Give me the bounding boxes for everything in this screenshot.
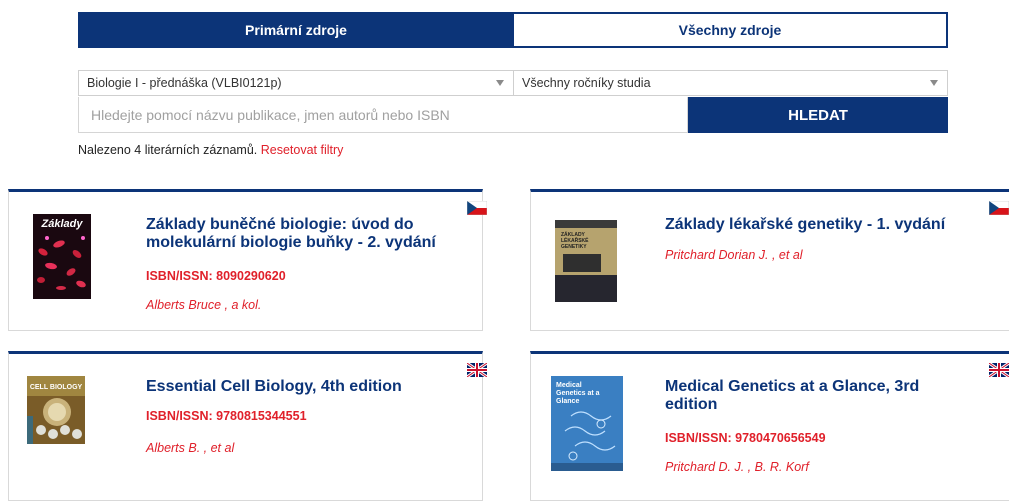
book-isbn: ISBN/ISSN: 8090290620 [146, 269, 286, 283]
book-card[interactable]: CELL BIOLOGY Essential Cell Biology, 4th… [8, 351, 487, 501]
czech-flag-icon [467, 201, 487, 215]
book-title[interactable]: Essential Cell Biology, 4th edition [146, 378, 446, 396]
result-count: Nalezeno 4 literárních záznamů. [78, 143, 258, 157]
filter-bar: Biologie I - přednáška (VLBI0121p) Všech… [78, 70, 948, 96]
search-button[interactable]: HLEDAT [688, 97, 948, 133]
book-authors: Pritchard Dorian J. , et al [665, 248, 803, 262]
book-cover-text: CELL BIOLOGY [29, 384, 83, 391]
result-summary: Nalezeno 4 literárních záznamů. Resetova… [78, 143, 343, 157]
tab-all-sources[interactable]: Všechny zdroje [514, 12, 948, 48]
uk-flag-icon [989, 363, 1009, 377]
course-select-value: Biologie I - přednáška (VLBI0121p) [87, 76, 282, 90]
year-select[interactable]: Všechny ročníky studia [514, 70, 948, 96]
czech-flag-icon [989, 201, 1009, 215]
book-isbn: ISBN/ISSN: 9780470656549 [665, 431, 826, 445]
book-card[interactable]: Medical Genetics at a Glance Medical Gen… [530, 351, 1009, 501]
book-cover-text: ZÁKLADY LÉKAŘSKÉ GENETIKY [561, 232, 589, 250]
book-authors: Alberts B. , et al [146, 441, 235, 455]
book-authors: Alberts Bruce , a kol. [146, 298, 262, 312]
book-authors: Pritchard D. J. , B. R. Korf [665, 460, 809, 474]
book-card[interactable]: Základy Základy buněčné biologie: úvod d… [8, 189, 487, 331]
book-cover-text: Základy [41, 218, 83, 230]
book-title[interactable]: Základy lékařské genetiky - 1. vydání [665, 216, 985, 234]
reset-filters-link[interactable]: Resetovat filtry [261, 143, 344, 157]
chevron-down-icon [930, 80, 938, 86]
uk-flag-icon [467, 363, 487, 377]
chevron-down-icon [496, 80, 504, 86]
book-cover[interactable]: ZÁKLADY LÉKAŘSKÉ GENETIKY [555, 220, 617, 302]
book-isbn: ISBN/ISSN: 9780815344551 [146, 409, 307, 423]
book-card[interactable]: ZÁKLADY LÉKAŘSKÉ GENETIKY Základy lékařs… [530, 189, 1009, 331]
search-input[interactable] [78, 97, 688, 133]
tab-primary-sources[interactable]: Primární zdroje [78, 12, 514, 48]
book-cover[interactable]: Medical Genetics at a Glance [551, 376, 623, 471]
book-title[interactable]: Základy buněčné biologie: úvod do moleku… [146, 216, 446, 252]
book-title[interactable]: Medical Genetics at a Glance, 3rd editio… [665, 378, 965, 414]
course-select[interactable]: Biologie I - přednáška (VLBI0121p) [78, 70, 514, 96]
source-tabs: Primární zdroje Všechny zdroje [78, 12, 948, 48]
search-bar: HLEDAT [78, 97, 948, 133]
book-cover[interactable]: Základy [33, 214, 91, 299]
book-cover-text: Medical Genetics at a Glance [556, 382, 600, 405]
year-select-value: Všechny ročníky studia [522, 76, 651, 90]
book-cover[interactable]: CELL BIOLOGY [27, 376, 85, 444]
